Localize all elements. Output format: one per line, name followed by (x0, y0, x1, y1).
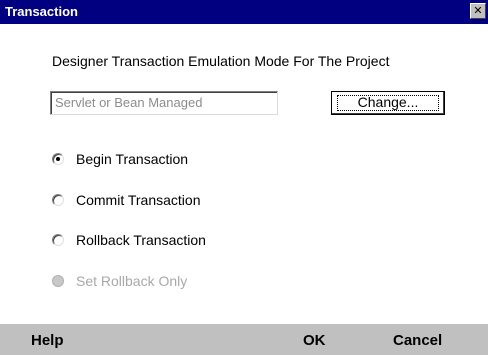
radio-button[interactable] (52, 194, 64, 206)
cancel-button[interactable]: Cancel (393, 331, 442, 351)
help-button[interactable]: Help (31, 331, 64, 351)
radio-label: Begin Transaction (76, 151, 189, 167)
change-button[interactable]: Change... (331, 91, 445, 115)
window-title: Transaction (5, 4, 78, 19)
transaction-dialog: Transaction ✕ Designer Transaction Emula… (0, 0, 488, 355)
radio-label-disabled: Set Rollback Only (76, 273, 188, 289)
ok-button[interactable]: OK (303, 331, 326, 351)
radio-button-checked[interactable] (52, 153, 64, 165)
radio-label: Commit Transaction (76, 192, 201, 208)
radio-button-disabled (52, 275, 64, 287)
transaction-mode-field: Servlet or Bean Managed (50, 91, 278, 115)
radio-button[interactable] (52, 234, 64, 246)
title-bar: Transaction ✕ (0, 0, 488, 24)
close-icon[interactable]: ✕ (470, 3, 486, 19)
change-button-label: Change... (357, 94, 419, 110)
section-heading: Designer Transaction Emulation Mode For … (52, 53, 390, 69)
radio-label: Rollback Transaction (76, 232, 206, 248)
